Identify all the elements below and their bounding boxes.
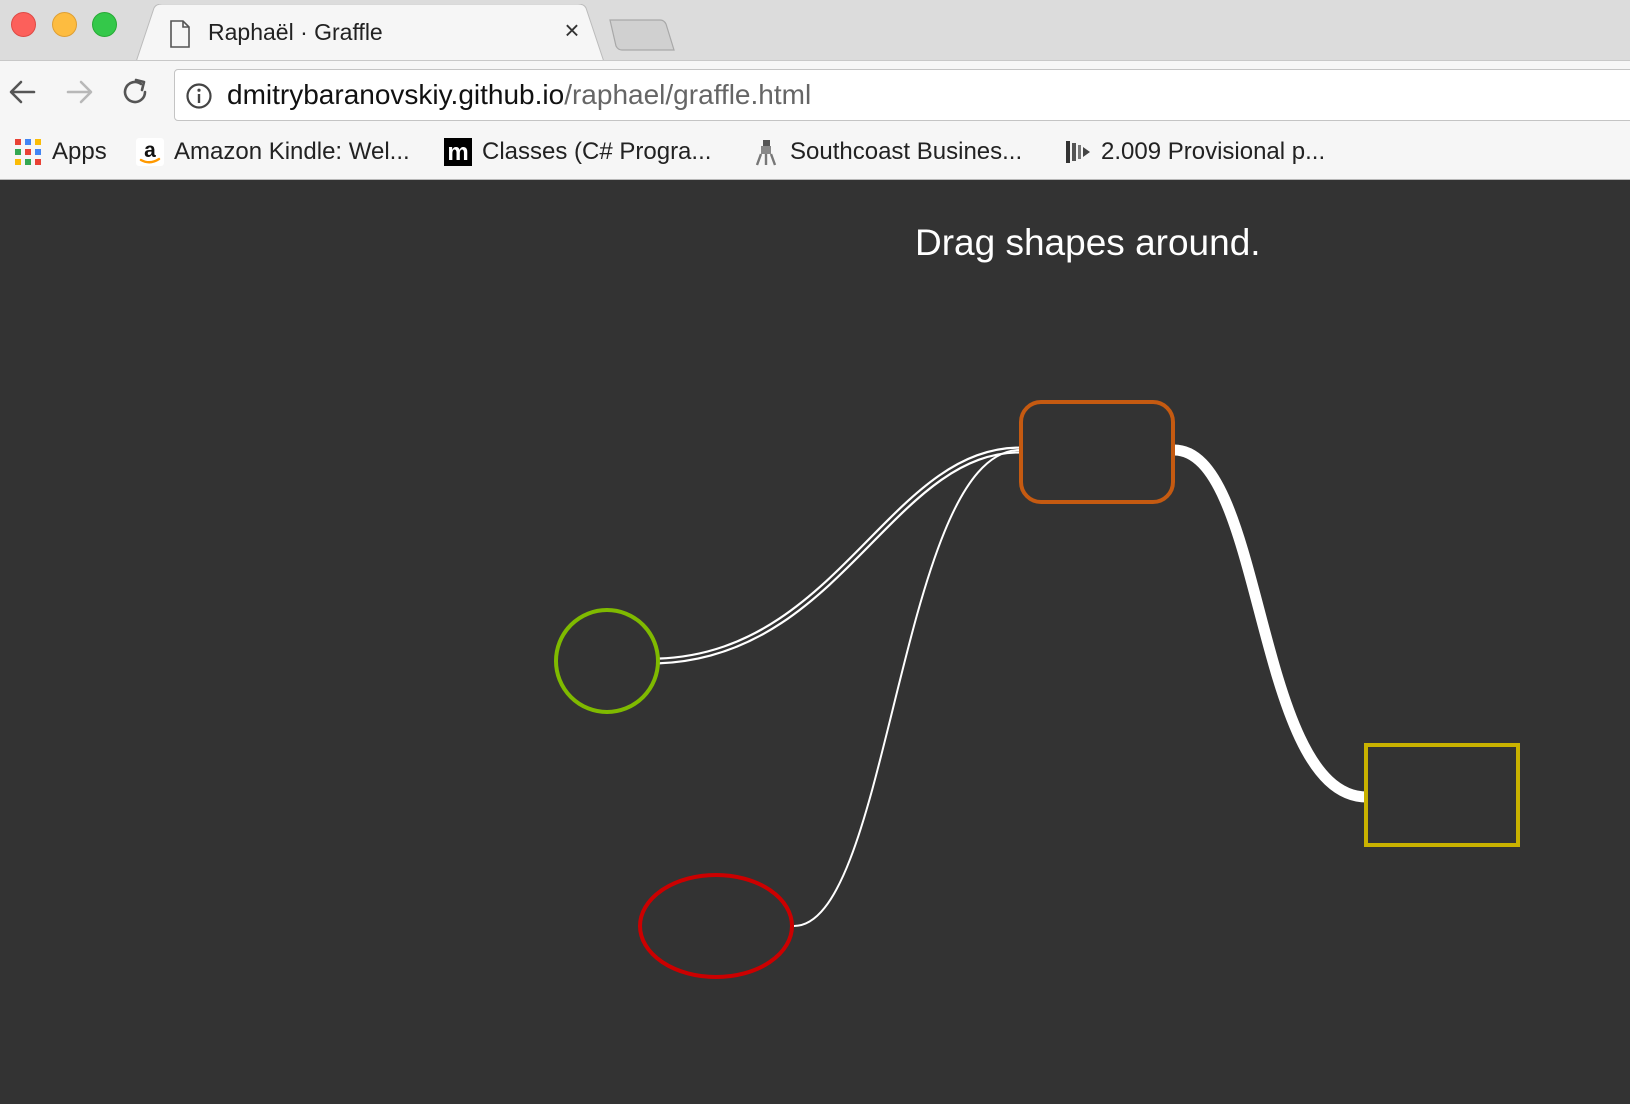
provisional-icon	[1066, 141, 1090, 163]
toolbar: dmitrybaranovskiy.github.io/raphael/graf…	[0, 60, 1630, 123]
bookmark-southcoast[interactable]: Southcoast Busines...	[752, 137, 1022, 167]
bookmark-amazon-kindle[interactable]: a Amazon Kindle: Wel...	[136, 137, 410, 167]
browser-chrome: Raphaël · Graffle × dmitrybaranovskiy.gi…	[0, 0, 1630, 180]
bookmarks-bar: Apps a Amazon Kindle: Wel... m Classes (…	[0, 123, 1630, 180]
bookmark-label: 2.009 Provisional p...	[1101, 138, 1326, 165]
url-path: /raphael/graffle.html	[564, 79, 812, 110]
bookmark-provisional[interactable]: 2.009 Provisional p...	[1063, 137, 1325, 167]
reload-icon[interactable]	[118, 75, 152, 109]
connection-circle-to-rounded-rect	[657, 446, 1021, 665]
connection-rounded-rect-to-rect	[1173, 444, 1368, 803]
tab-close-icon[interactable]: ×	[560, 17, 584, 43]
url-text[interactable]: dmitrybaranovskiy.github.io/raphael/graf…	[227, 79, 811, 111]
page-content: Drag shapes around.	[0, 180, 1630, 1104]
page-document-icon	[170, 20, 190, 48]
m-logo-icon: m	[444, 138, 472, 166]
svg-text:a: a	[144, 139, 156, 162]
window-minimize-button[interactable]	[52, 12, 77, 37]
info-icon[interactable]	[185, 82, 213, 110]
orange-rounded-rect-shape[interactable]	[1019, 400, 1175, 504]
bookmark-classes[interactable]: m Classes (C# Progra...	[444, 137, 711, 167]
southcoast-icon	[752, 138, 780, 166]
tab-title: Raphaël · Graffle	[208, 19, 383, 45]
graffle-canvas[interactable]	[0, 180, 1630, 1104]
svg-text:m: m	[447, 139, 468, 166]
yellow-rect-shape[interactable]	[1364, 743, 1520, 847]
back-arrow-icon[interactable]	[6, 75, 40, 109]
amazon-icon: a	[136, 138, 164, 166]
apps-grid-icon	[15, 139, 41, 165]
bookmark-label: Southcoast Busines...	[790, 138, 1023, 165]
tab-active[interactable]: Raphaël · Graffle ×	[136, 4, 604, 62]
bookmark-apps[interactable]: Apps	[14, 137, 107, 167]
bookmark-label: Classes (C# Progra...	[482, 138, 712, 165]
forward-arrow-icon[interactable]	[62, 75, 96, 109]
connection-ellipse-to-rounded-rect	[793, 449, 1021, 927]
window-close-button[interactable]	[11, 12, 36, 37]
address-bar[interactable]: dmitrybaranovskiy.github.io/raphael/graf…	[174, 69, 1630, 121]
bookmark-label: Amazon Kindle: Wel...	[174, 138, 410, 165]
red-ellipse-shape[interactable]	[638, 873, 794, 979]
window-maximize-button[interactable]	[92, 12, 117, 37]
green-circle-shape[interactable]	[554, 608, 660, 714]
new-tab-button[interactable]	[608, 18, 680, 52]
bookmark-label: Apps	[52, 138, 107, 165]
tab-strip: Raphaël · Graffle ×	[0, 0, 1630, 62]
url-host: dmitrybaranovskiy.github.io	[227, 79, 565, 110]
